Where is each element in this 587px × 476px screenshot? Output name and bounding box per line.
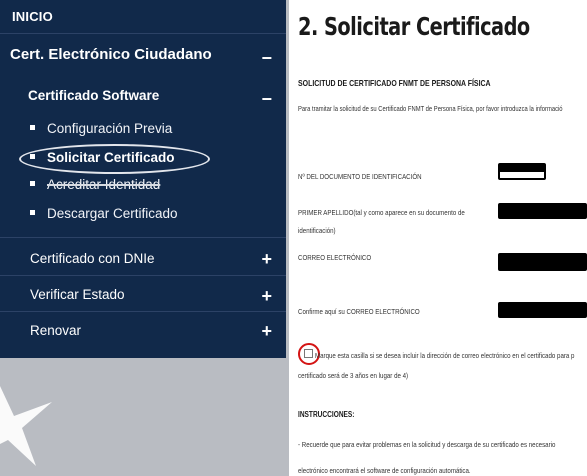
sidebar-divider — [0, 237, 286, 238]
certificate-request-form: 2. Solicitar Certificado SOLICITUD DE CE… — [289, 0, 587, 476]
form-intro-text: Para tramitar la solicitud de su Certifi… — [298, 104, 563, 113]
sidebar-item-inicio[interactable]: INICIO — [12, 9, 53, 24]
bullet-icon — [30, 180, 35, 186]
sidebar-divider — [0, 311, 286, 312]
sidebar-divider — [0, 33, 286, 34]
sidebar-item-acreditar-identidad[interactable]: Acreditar Identidad — [30, 177, 160, 192]
sidebar-item-verificar-estado[interactable]: Verificar Estado — [30, 287, 125, 302]
sidebar-item-label: Configuración Previa — [47, 121, 173, 136]
field-label-apellido: PRIMER APELLIDO(tal y como aparece en su… — [298, 208, 465, 217]
checkbox-label-cont: certificado será de 3 años en lugar de 4… — [298, 371, 409, 380]
bullet-icon — [30, 124, 35, 130]
sidebar-item-configuracion-previa[interactable]: Configuración Previa — [30, 121, 172, 136]
field-label-documento: Nº DEL DOCUMENTO DE IDENTIFICACIÓN — [298, 172, 422, 181]
field-label-correo: CORREO ELECTRÓNICO — [298, 253, 372, 262]
field-label-confirm-correo: Confirme aquí su CORREO ELECTRÓNICO — [298, 307, 420, 316]
sidebar-section-cert-ciudadano[interactable]: Cert. Electrónico Ciudadano — [10, 46, 212, 63]
sidebar-item-certificado-dnie[interactable]: Certificado con DNIe — [30, 251, 155, 266]
page-title: 2. Solicitar Certificado — [298, 12, 530, 41]
sidebar-section-cert-software[interactable]: Certificado Software — [28, 88, 159, 103]
sidebar-item-label: Descargar Certificado — [47, 206, 178, 221]
collapse-icon[interactable]: − — [261, 49, 272, 67]
sidebar-item-label: Acreditar Identidad — [47, 177, 161, 192]
collapse-icon[interactable]: − — [261, 90, 272, 108]
email-input[interactable] — [498, 253, 587, 271]
bullet-icon — [30, 209, 35, 215]
confirm-email-input[interactable] — [498, 302, 587, 318]
sidebar-item-renovar[interactable]: Renovar — [30, 323, 81, 338]
first-surname-input[interactable] — [498, 203, 587, 219]
checkbox-label: Marque esta casilla si se desea incluir … — [315, 351, 575, 360]
instruction-line: - Recuerde que para evitar problemas en … — [298, 440, 556, 449]
sidebar-item-descargar-certificado[interactable]: Descargar Certificado — [30, 206, 178, 221]
star-decoration-icon — [0, 386, 52, 466]
form-subtitle: SOLICITUD DE CERTIFICADO FNMT DE PERSONA… — [298, 78, 491, 88]
instruction-line: electrónico encontrará el software de co… — [298, 466, 471, 475]
instructions-heading: INSTRUCCIONES: — [298, 410, 355, 419]
expand-icon[interactable]: + — [261, 250, 272, 268]
sidebar-nav: INICIO Cert. Electrónico Ciudadano − Cer… — [0, 0, 286, 358]
highlight-ellipse — [19, 144, 210, 174]
expand-icon[interactable]: + — [261, 322, 272, 340]
sidebar-divider — [0, 275, 286, 276]
field-label-apellido-cont: identificación) — [298, 226, 336, 235]
document-number-input[interactable] — [498, 163, 546, 180]
expand-icon[interactable]: + — [261, 287, 272, 305]
